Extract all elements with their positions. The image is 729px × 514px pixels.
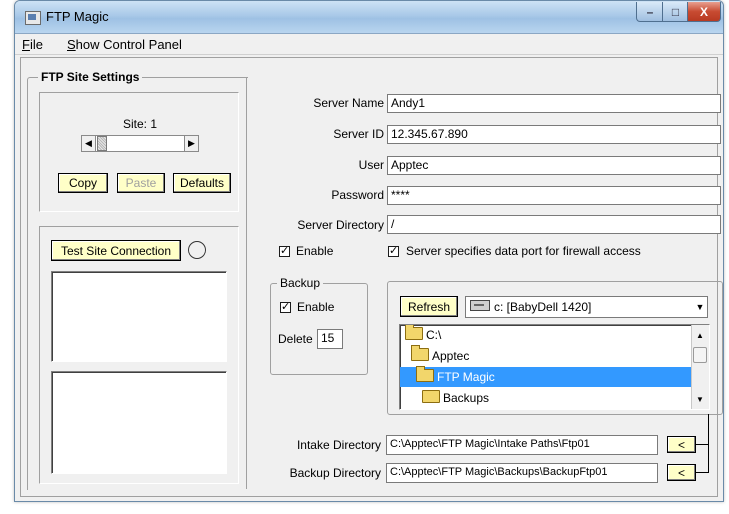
status-box-top xyxy=(51,271,227,362)
password-input[interactable]: **** xyxy=(387,186,721,205)
drive-select[interactable]: c: [BabyDell 1420] xyxy=(465,296,708,318)
test-site-connection-button[interactable]: Test Site Connection xyxy=(51,240,181,261)
delete-label: Delete xyxy=(278,332,313,346)
site-selector-panel: Site: 1 ◀ ▶ Copy Paste Defaults xyxy=(39,92,239,212)
tree-scroll-thumb[interactable] xyxy=(693,347,707,363)
connector-line-intake xyxy=(696,444,708,445)
folder-icon xyxy=(422,390,440,403)
folder-tree-item-label: C:\ xyxy=(426,328,442,342)
folder-icon xyxy=(411,345,429,361)
server-name-label: Server Name xyxy=(313,96,384,110)
menu-file[interactable]: File xyxy=(22,37,43,52)
drive-select-value: c: [BabyDell 1420] xyxy=(494,300,592,314)
firewall-label: Server specifies data port for firewall … xyxy=(406,244,641,258)
window-title: FTP Magic xyxy=(46,9,109,24)
defaults-button[interactable]: Defaults xyxy=(173,173,231,193)
connection-status-indicator-icon xyxy=(188,241,206,259)
folder-icon xyxy=(416,366,434,382)
paste-button[interactable]: Paste xyxy=(117,173,165,193)
server-id-label: Server ID xyxy=(333,127,384,141)
server-id-input[interactable]: 12.345.67.890 xyxy=(387,125,721,144)
connector-line-backup xyxy=(696,472,708,473)
folder-tree-item[interactable]: Backups xyxy=(400,388,692,408)
status-box-bottom xyxy=(51,371,227,474)
folder-tree-item-label: Backups xyxy=(443,391,490,405)
client-area: FTP Site Settings Site: 1 ◀ ▶ Copy Paste… xyxy=(20,57,723,497)
backup-directory-label: Backup Directory xyxy=(289,466,381,480)
folder-tree-item-label: FTP Magic xyxy=(437,370,495,384)
set-intake-directory-button[interactable]: < xyxy=(667,436,696,453)
server-directory-label: Server Directory xyxy=(297,218,384,232)
folder-tree-item[interactable]: Apptec xyxy=(400,345,692,366)
minimize-button[interactable]: – xyxy=(636,2,664,22)
group-divider xyxy=(246,77,247,489)
backup-legend: Backup xyxy=(277,276,324,290)
folder-tree-item[interactable]: C:\ xyxy=(400,325,692,345)
folder-tree[interactable]: C:\ Apptec FTP Magic Backups ▲ ▼ xyxy=(399,324,710,410)
tree-scroll-down-arrow-icon[interactable]: ▼ xyxy=(696,395,704,404)
folder-browser-panel: Refresh c: [BabyDell 1420] ▼ C:\ Apptec FT… xyxy=(387,281,723,415)
server-name-input[interactable]: Andy1 xyxy=(387,94,721,113)
user-label: User xyxy=(358,158,384,172)
app-window: FTP Magic – □ X File Show Control Panel … xyxy=(14,0,724,502)
enable-label: Enable xyxy=(296,244,334,258)
refresh-button[interactable]: Refresh xyxy=(400,296,458,317)
app-icon xyxy=(25,11,41,25)
firewall-checkbox[interactable]: ✓ xyxy=(388,246,399,257)
folder-tree-item-label: Apptec xyxy=(432,349,470,363)
menu-show-control-panel[interactable]: Show Control Panel xyxy=(67,37,182,52)
maximize-button[interactable]: □ xyxy=(662,2,689,22)
folder-tree-item[interactable]: FTP Magic xyxy=(400,366,692,387)
backup-enable-label: Enable xyxy=(297,300,335,314)
backup-enable-checkbox[interactable]: ✓ xyxy=(280,302,291,313)
title-bar[interactable]: FTP Magic – □ X xyxy=(15,1,723,34)
menu-bar: File Show Control Panel xyxy=(15,34,723,55)
backup-directory-input[interactable]: C:\Apptec\FTP Magic\Backups\BackupFtp01 xyxy=(386,463,658,483)
enable-checkbox[interactable]: ✓ xyxy=(279,246,290,257)
password-label: Password xyxy=(331,188,384,202)
ftp-site-settings-legend: FTP Site Settings xyxy=(38,70,143,84)
drive-icon xyxy=(470,300,490,311)
backup-group: Backup ✓ Enable Delete 15 xyxy=(270,276,368,375)
user-input[interactable]: Apptec xyxy=(387,156,721,175)
delete-days-input[interactable]: 15 xyxy=(317,329,343,349)
intake-directory-input[interactable]: C:\Apptec\FTP Magic\Intake Paths\Ftp01 xyxy=(386,435,658,455)
tree-scroll-up-arrow-icon[interactable]: ▲ xyxy=(696,331,704,340)
server-directory-input[interactable]: / xyxy=(387,215,721,234)
scroll-right-arrow-icon[interactable]: ▶ xyxy=(184,135,199,152)
folder-icon xyxy=(405,325,423,340)
copy-button[interactable]: Copy xyxy=(58,173,108,193)
close-button[interactable]: X xyxy=(687,2,721,22)
set-backup-directory-button[interactable]: < xyxy=(667,464,696,481)
drive-dropdown-chevron-down-icon[interactable]: ▼ xyxy=(693,298,707,316)
site-number-label: Site: 1 xyxy=(123,117,158,131)
tree-scrollbar[interactable]: ▲ ▼ xyxy=(691,325,709,409)
connector-line-vertical xyxy=(708,414,709,473)
scroll-left-arrow-icon[interactable]: ◀ xyxy=(81,135,96,152)
intake-directory-label: Intake Directory xyxy=(296,438,381,452)
site-scrollbar[interactable]: ◀ ▶ xyxy=(81,135,199,152)
test-connection-panel: Test Site Connection xyxy=(39,226,239,484)
site-scroll-thumb[interactable] xyxy=(97,136,107,151)
